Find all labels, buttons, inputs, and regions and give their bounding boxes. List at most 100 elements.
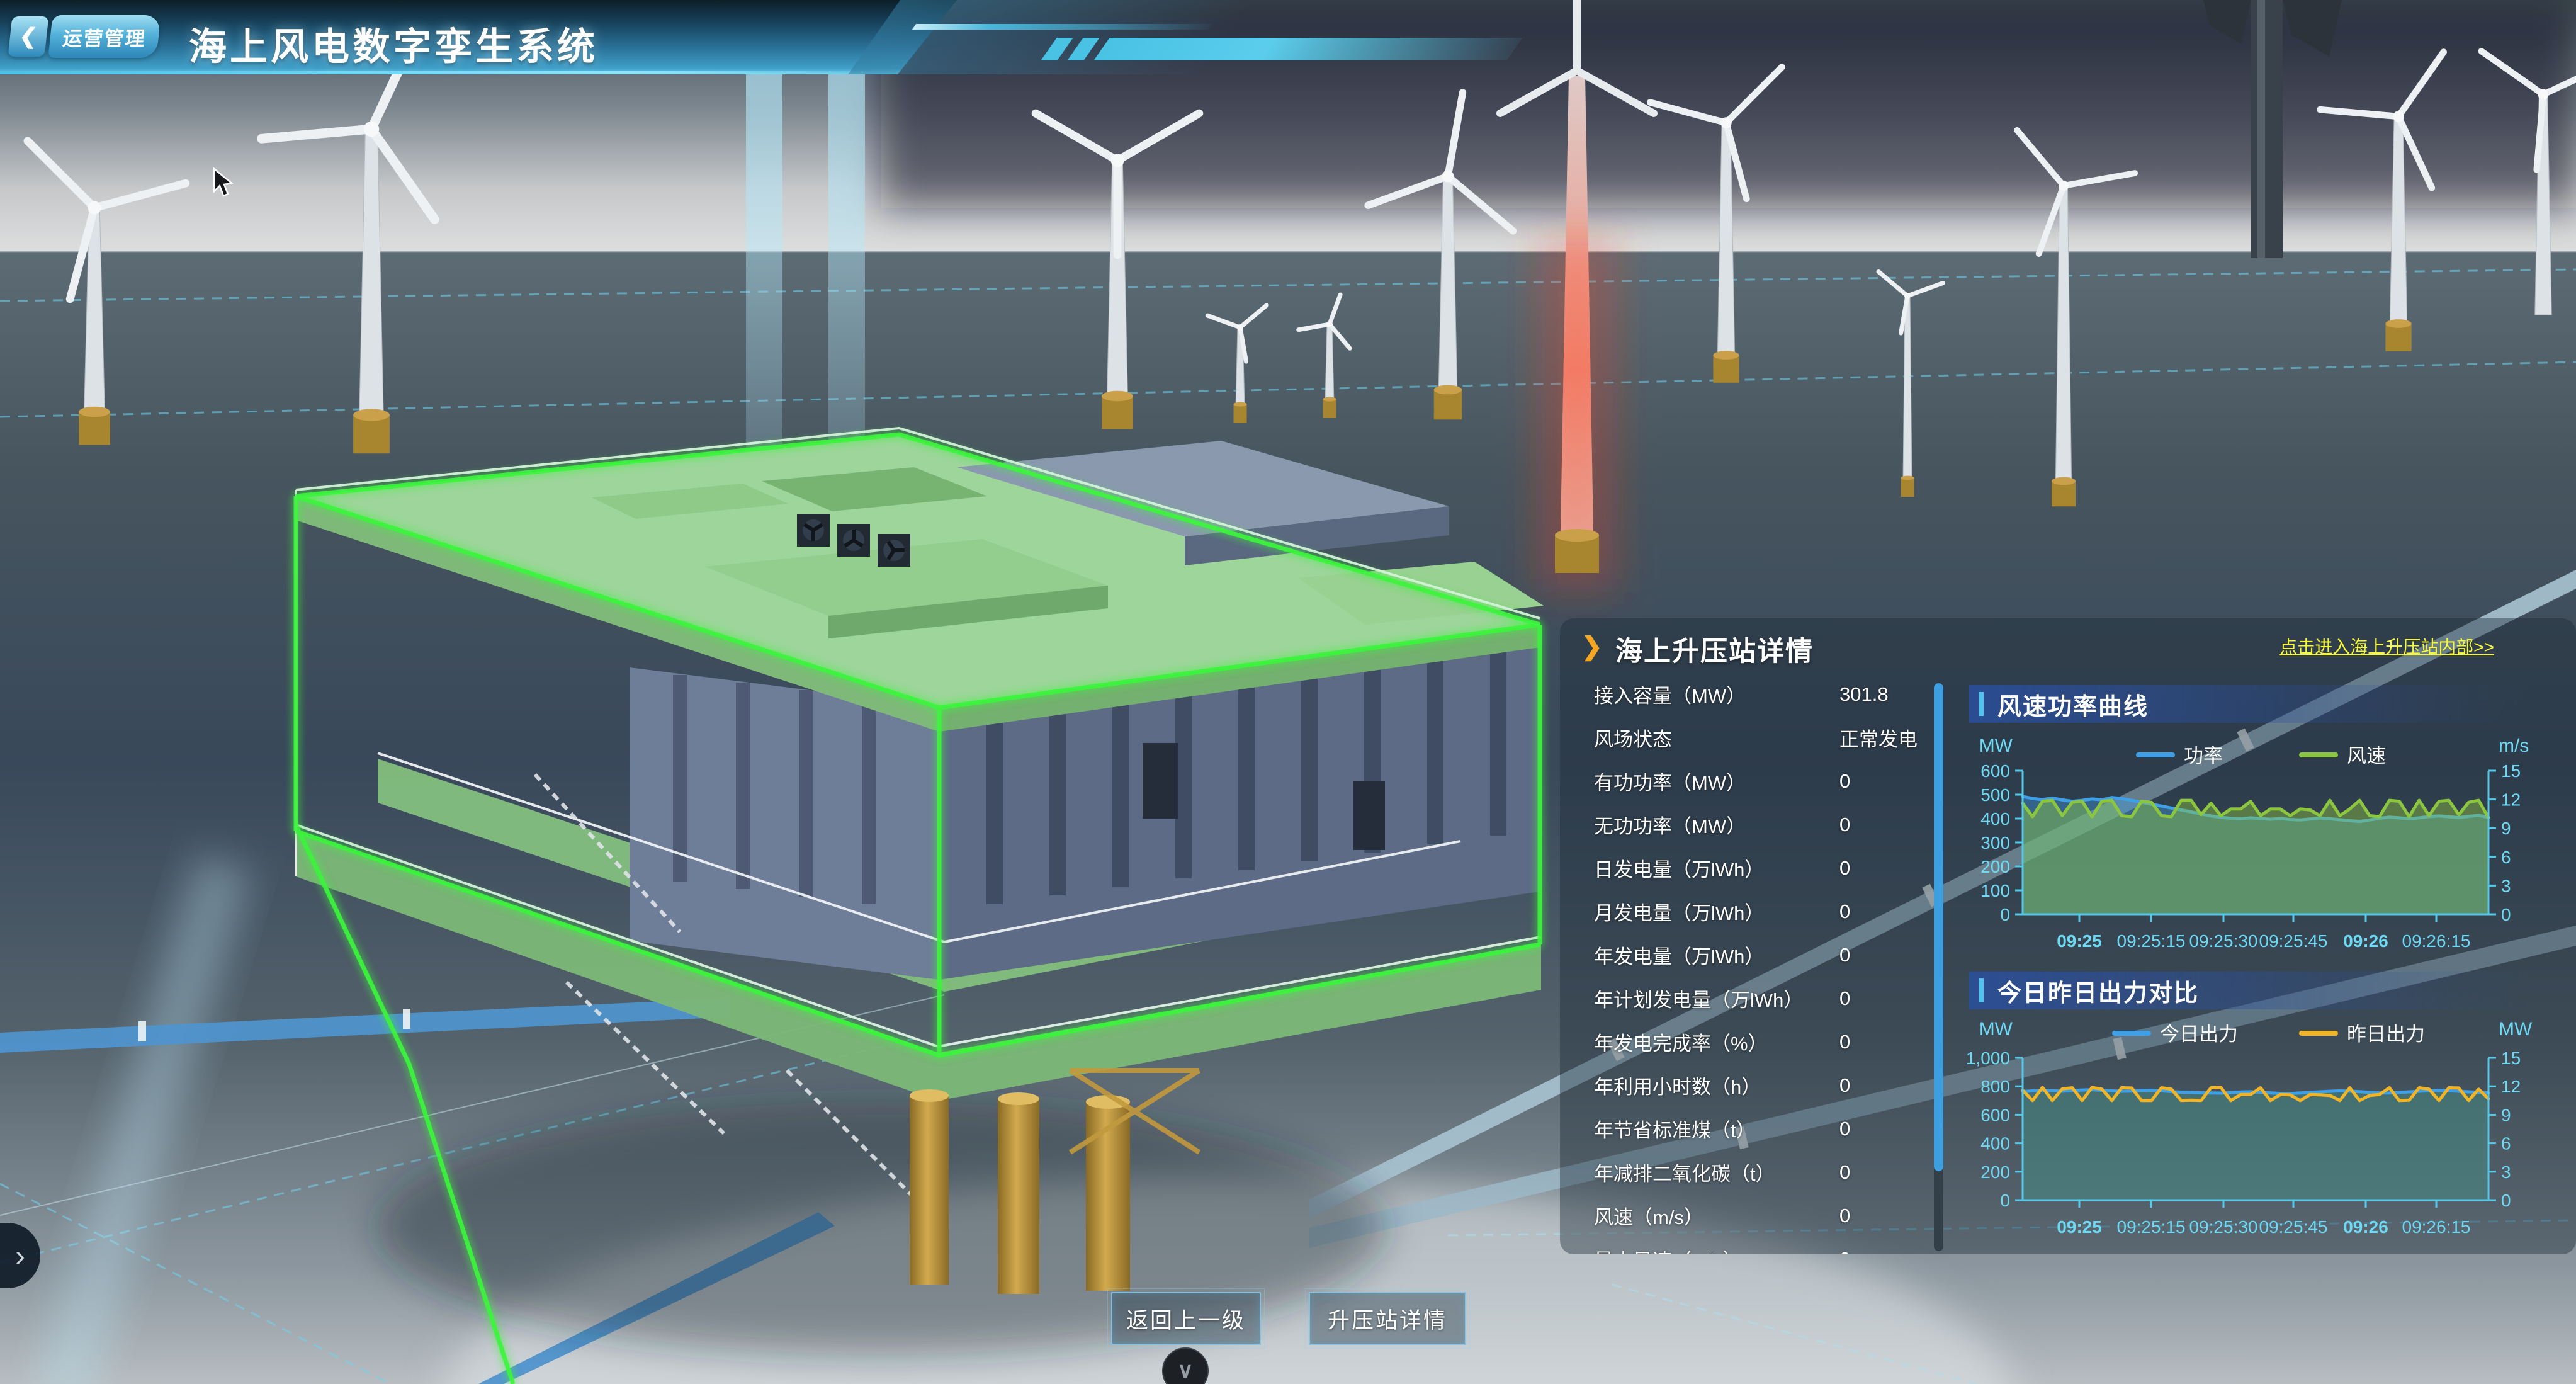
return-previous-button[interactable]: 返回上一级 (1111, 1292, 1261, 1345)
detail-label: 年利用小时数（h） (1594, 1071, 1839, 1099)
substation-detail-button[interactable]: 升压站详情 (1309, 1292, 1466, 1345)
panel-title: 海上升压站详情 (1615, 630, 1814, 669)
title-accent-bar (1979, 978, 1984, 1002)
chevron-down-icon: ∨ (1178, 1358, 1194, 1383)
output-comparison-chart: MWMW今日出力昨日出力02004006008001,0000369121509… (1977, 1020, 2568, 1254)
chart-title-band: 风速功率曲线 (1969, 685, 2576, 723)
chart-title: 今日昨日出力对比 (1997, 973, 2199, 1008)
detail-label: 年节省标准煤（t） (1594, 1115, 1839, 1143)
svg-text:MW: MW (1979, 1019, 2013, 1040)
page-title: 海上风电数字孪生系统 (189, 16, 598, 71)
svg-text:MW: MW (2499, 1019, 2533, 1040)
detail-value: 0 (1839, 1161, 1929, 1184)
detail-value: 0 (1839, 1205, 1929, 1227)
detail-label: 年发电量（万lWh） (1594, 941, 1839, 969)
svg-text:09:25:15: 09:25:15 (2117, 931, 2186, 951)
detail-label: 风场状态 (1594, 723, 1839, 752)
svg-text:09:25:30: 09:25:30 (2189, 1217, 2258, 1237)
detail-label: 年减排二氧化碳（t） (1594, 1158, 1839, 1186)
detail-row: 日发电量（万lWh）0 (1560, 846, 1935, 890)
svg-text:09:26: 09:26 (2343, 931, 2388, 951)
detail-row: 最大风速（m/s）0 (1560, 1237, 1935, 1254)
detail-row: 有功功率（MW）0 (1560, 759, 1935, 803)
svg-text:6: 6 (2501, 848, 2511, 867)
header-stripe-decor (912, 24, 1212, 30)
svg-text:MW: MW (1979, 735, 2013, 756)
svg-text:m/s: m/s (2499, 735, 2529, 756)
svg-text:09:25:45: 09:25:45 (2259, 1217, 2328, 1237)
svg-text:09:26:15: 09:26:15 (2402, 931, 2471, 951)
svg-text:400: 400 (1980, 1134, 2010, 1154)
svg-text:0: 0 (2000, 1191, 2010, 1210)
svg-text:800: 800 (1980, 1077, 2010, 1096)
svg-text:3: 3 (2501, 876, 2511, 895)
detail-row: 年计划发电量（万lWh）0 (1560, 977, 1935, 1020)
details-scrollbar[interactable] (1934, 683, 1943, 1251)
detail-value: 0 (1839, 1074, 1929, 1097)
detail-row: 年节省标准煤（t）0 (1560, 1107, 1935, 1150)
header-slash-decor (1041, 38, 1522, 60)
detail-label: 接入容量（MW） (1594, 680, 1839, 708)
svg-text:600: 600 (1980, 761, 2010, 781)
svg-text:09:25:15: 09:25:15 (2117, 1217, 2186, 1237)
chevron-right-icon: › (15, 1239, 25, 1273)
slash-icon (1067, 38, 1099, 60)
svg-text:100: 100 (1980, 881, 2010, 900)
detail-value: 0 (1839, 944, 1929, 967)
detail-value: 0 (1839, 987, 1929, 1010)
svg-text:0: 0 (2501, 905, 2511, 924)
app-root: ❮ 运营管理 海上风电数字孪生系统 ❯ 海上升压站详情 点击进入海上升压站内部>… (0, 0, 2576, 1384)
svg-text:200: 200 (1980, 857, 2010, 876)
light-streak (31, 854, 251, 1384)
detail-value: 301.8 (1839, 683, 1929, 706)
detail-value: 0 (1839, 857, 1929, 880)
panel-chevron-icon: ❯ (1581, 632, 1603, 661)
detail-label: 年发电完成率（%） (1594, 1028, 1839, 1056)
back-tag-label: 运营管理 (62, 23, 148, 51)
stripe-bar (1093, 38, 1522, 60)
svg-text:300: 300 (1980, 833, 2010, 853)
detail-value: 正常发电 (1839, 723, 1929, 752)
svg-text:昨日出力: 昨日出力 (2347, 1023, 2425, 1045)
detail-label: 有功功率（MW） (1594, 767, 1839, 795)
detail-row: 接入容量（MW）301.8 (1560, 672, 1935, 716)
detail-row: 年利用小时数（h）0 (1560, 1064, 1935, 1107)
svg-text:12: 12 (2501, 790, 2521, 810)
detail-value: 0 (1839, 900, 1929, 923)
scrollbar-thumb[interactable] (1934, 683, 1943, 1171)
svg-text:400: 400 (1980, 809, 2010, 829)
svg-text:200: 200 (1980, 1162, 2010, 1182)
svg-text:9: 9 (2501, 819, 2511, 838)
detail-label: 日发电量（万lWh） (1594, 854, 1839, 882)
svg-text:6: 6 (2501, 1134, 2511, 1154)
svg-text:09:25: 09:25 (2057, 1217, 2102, 1237)
details-list: 接入容量（MW）301.8风场状态正常发电有功功率（MW）0无功功率（MW）0日… (1560, 672, 1935, 1254)
svg-text:15: 15 (2501, 1048, 2521, 1068)
svg-text:0: 0 (2501, 1191, 2511, 1210)
back-chevron-button[interactable]: ❮ (8, 16, 49, 57)
svg-text:09:25: 09:25 (2057, 931, 2102, 951)
svg-text:600: 600 (1980, 1105, 2010, 1125)
detail-label: 最大风速（m/s） (1594, 1245, 1839, 1254)
svg-text:09:25:30: 09:25:30 (2189, 931, 2258, 951)
svg-text:1,000: 1,000 (1966, 1048, 2010, 1068)
detail-value: 0 (1839, 1031, 1929, 1053)
substation-platform[interactable] (296, 428, 1544, 1384)
detail-value: 0 (1839, 814, 1929, 836)
detail-label: 月发电量（万lWh） (1594, 897, 1839, 926)
svg-text:12: 12 (2501, 1077, 2521, 1096)
svg-text:今日出力: 今日出力 (2160, 1023, 2238, 1045)
wind-power-chart: MWm/s功率风速01002003004005006000369121509:2… (1977, 729, 2568, 963)
detail-value: 0 (1839, 1248, 1929, 1255)
detail-label: 无功功率（MW） (1594, 810, 1839, 839)
svg-text:15: 15 (2501, 761, 2521, 781)
detail-row: 月发电量（万lWh）0 (1560, 890, 1935, 933)
back-icon: ❮ (18, 24, 39, 49)
title-accent-bar (1979, 692, 1984, 716)
mouse-cursor (213, 167, 238, 200)
chart-title: 风速功率曲线 (1997, 687, 2149, 722)
operations-management-button[interactable]: 运营管理 (48, 15, 161, 58)
chart-title-band: 今日昨日出力对比 (1969, 972, 2576, 1009)
enter-station-link[interactable]: 点击进入海上升压站内部>> (2279, 633, 2494, 659)
detail-row: 年发电量（万lWh）0 (1560, 933, 1935, 977)
